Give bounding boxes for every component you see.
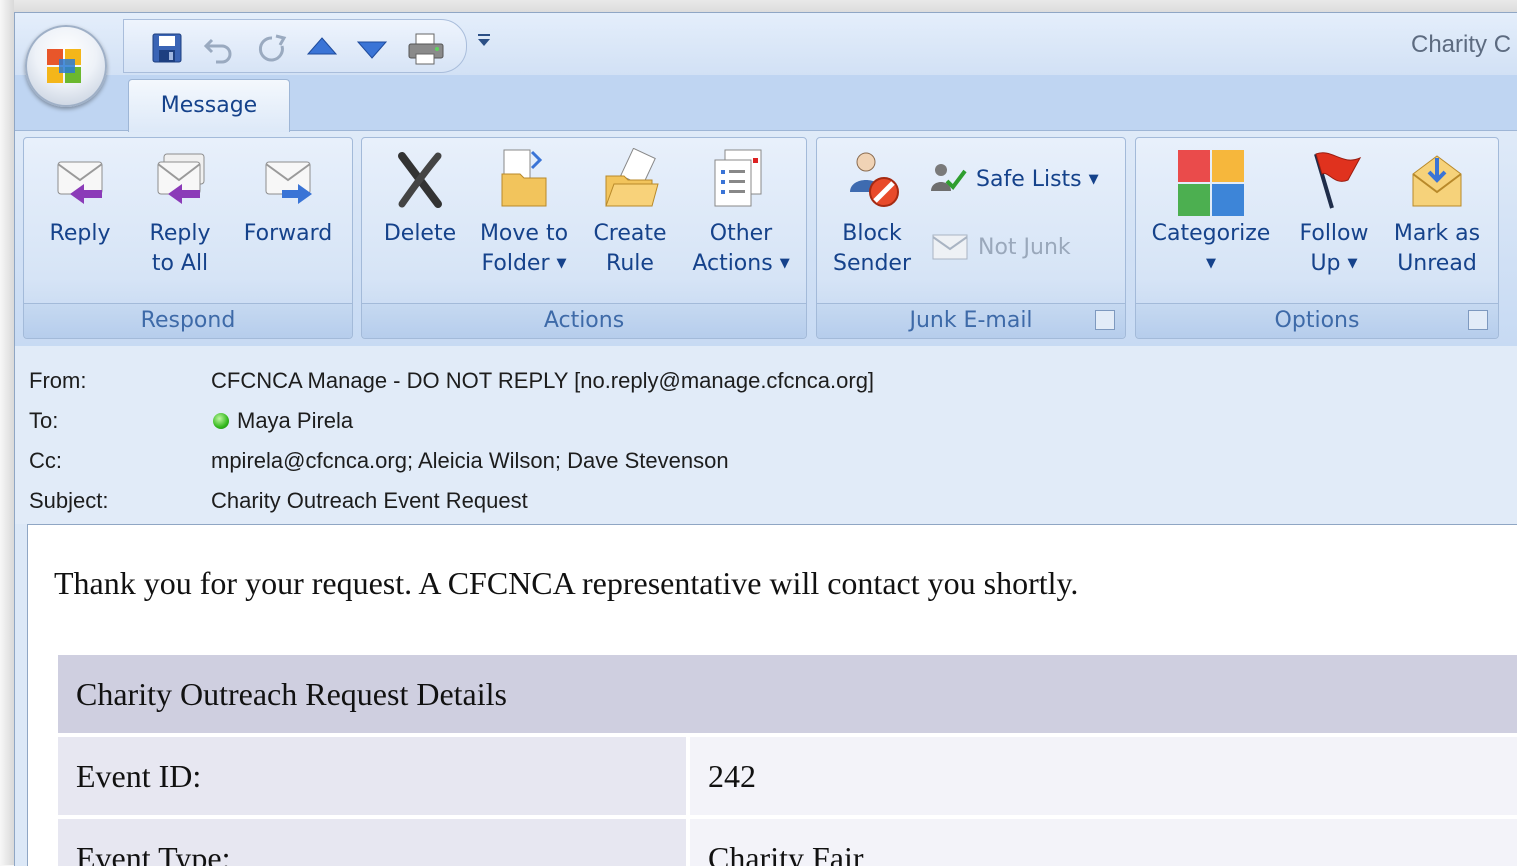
event-type-label: Event Type: <box>58 819 686 866</box>
presence-online-icon <box>213 413 229 429</box>
message-header: From: CFCNCA Manage - DO NOT REPLY [no.r… <box>15 346 1517 524</box>
junk-email-dialog-launcher-icon[interactable] <box>1095 310 1115 330</box>
respond-group-label: Respond <box>24 303 352 338</box>
block-sender-icon <box>850 152 899 207</box>
actions-group: Delete Move to Folder ▼ Create Rule Othe… <box>361 137 807 339</box>
junk-email-group-label: Junk E-mail <box>817 303 1125 338</box>
reply-icon <box>57 161 103 204</box>
mark-unread-icon <box>1412 155 1462 207</box>
event-id-label: Event ID: <box>58 737 686 815</box>
cc-label: Cc: <box>29 448 62 473</box>
forward-icon <box>265 161 312 204</box>
options-dialog-launcher-icon[interactable] <box>1468 310 1488 330</box>
other-actions-button[interactable]: Other Actions ▼ <box>684 148 798 279</box>
from-label: From: <box>29 368 87 393</box>
move-to-folder-button[interactable]: Move to Folder ▼ <box>472 148 576 279</box>
from-value[interactable]: CFCNCA Manage - DO NOT REPLY [no.reply@m… <box>211 364 874 398</box>
undo-icon[interactable] <box>202 32 238 64</box>
forward-button[interactable]: Forward <box>234 148 342 249</box>
save-icon[interactable] <box>150 32 186 63</box>
other-actions-icon <box>714 149 762 207</box>
dropdown-caret-icon: ▼ <box>779 256 790 271</box>
screen-shadow-left <box>0 0 14 865</box>
create-rule-icon <box>605 148 659 207</box>
redo-icon[interactable] <box>254 32 290 62</box>
subject-value: Charity Outreach Event Request <box>211 488 528 513</box>
previous-item-icon[interactable] <box>304 32 340 62</box>
title-bar: Charity C <box>15 13 1517 75</box>
reply-all-button[interactable]: Reply to All <box>134 148 226 279</box>
dropdown-caret-icon: ▼ <box>1206 256 1216 271</box>
delete-icon <box>398 152 442 208</box>
dropdown-caret-icon: ▼ <box>1347 256 1358 271</box>
window-title: Charity C <box>1411 31 1512 58</box>
customize-qat-icon[interactable] <box>473 29 495 51</box>
move-to-folder-icon <box>501 149 547 207</box>
flag-icon <box>1314 152 1362 209</box>
next-item-icon[interactable] <box>354 32 390 62</box>
not-junk-button[interactable]: Not Junk <box>931 228 1071 268</box>
outlook-message-window: Charity C Message Reply Reply to All For… <box>14 12 1517 866</box>
create-rule-button[interactable]: Create Rule <box>582 148 678 279</box>
categorize-icon <box>1178 150 1244 216</box>
ribbon: Reply Reply to All Forward Respond Delet… <box>15 130 1517 347</box>
subject-label: Subject: <box>29 488 109 513</box>
event-type-value: Charity Fair <box>690 819 1517 866</box>
cc-value[interactable]: mpirela@cfcnca.org; Aleicia Wilson; Dave… <box>211 444 729 478</box>
event-id-value: 242 <box>690 737 1517 815</box>
follow-up-button[interactable]: Follow Up ▼ <box>1286 148 1382 279</box>
quick-access-toolbar <box>123 19 467 73</box>
safe-lists-icon <box>931 164 967 191</box>
to-value[interactable]: Maya Pirela <box>211 404 353 438</box>
actions-group-label: Actions <box>362 303 806 338</box>
options-group: Categorize ▼ Follow Up ▼ Mark as Unread … <box>1135 137 1499 339</box>
junk-email-group: Block Sender Safe Lists ▼ Not Junk Junk … <box>816 137 1126 339</box>
options-group-label: Options <box>1136 303 1498 338</box>
block-sender-button[interactable]: Block Sender <box>823 148 921 279</box>
safe-lists-button[interactable]: Safe Lists ▼ <box>929 160 1099 200</box>
print-icon[interactable] <box>406 32 444 65</box>
reply-button[interactable]: Reply <box>34 148 126 249</box>
office-button[interactable] <box>25 25 107 107</box>
to-label: To: <box>29 408 59 433</box>
intro-text: Thank you for your request. A CFCNCA rep… <box>54 565 1079 601</box>
mark-as-unread-button[interactable]: Mark as Unread <box>1388 148 1486 279</box>
delete-button[interactable]: Delete <box>372 148 468 249</box>
not-junk-icon <box>932 234 968 260</box>
dropdown-caret-icon: ▼ <box>1088 172 1099 187</box>
dropdown-caret-icon: ▼ <box>556 256 567 271</box>
office-logo-icon <box>47 49 81 83</box>
screen-shadow-top <box>0 0 1517 12</box>
respond-group: Reply Reply to All Forward Respond <box>23 137 353 339</box>
details-table-title: Charity Outreach Request Details <box>58 655 1517 733</box>
tab-message[interactable]: Message <box>128 79 290 132</box>
categorize-button[interactable]: Categorize ▼ <box>1142 148 1280 279</box>
reply-all-icon <box>157 153 205 204</box>
message-body[interactable]: Thank you for your request. A CFCNCA rep… <box>27 524 1517 866</box>
